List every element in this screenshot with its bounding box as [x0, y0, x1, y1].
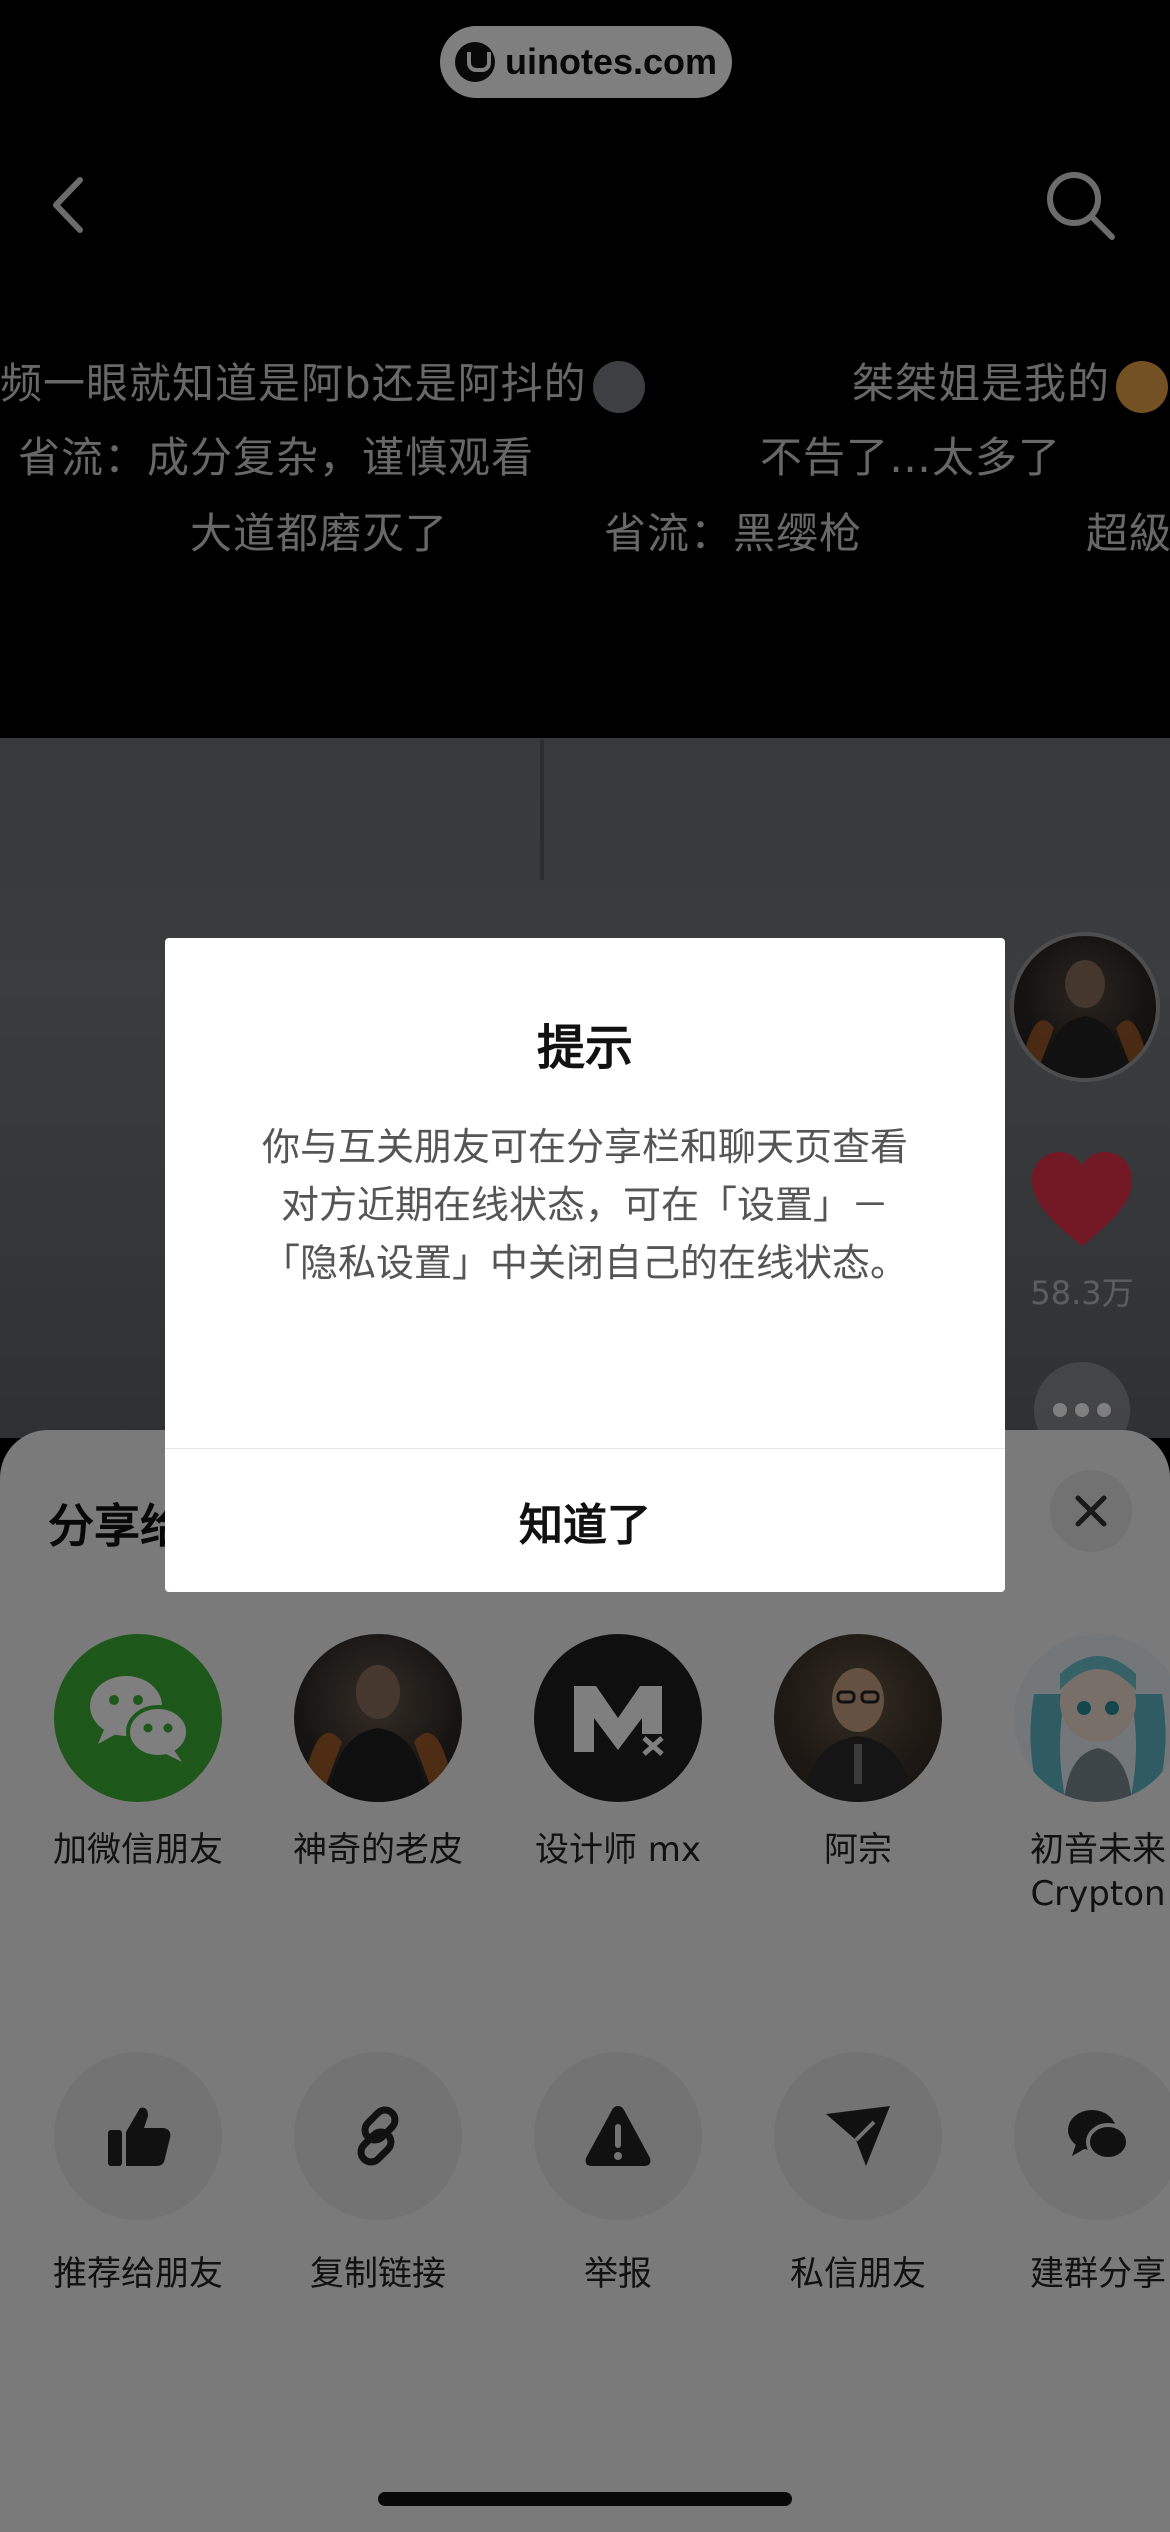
dialog-title: 提示 [536, 1020, 633, 1076]
dialog-message: 你与互关朋友可在分享栏和聊天页查看对方近期在线状态，可在「设置」－「隐私设置」中… [261, 1125, 908, 1285]
dialog-confirm-button[interactable]: 知道了 [165, 1449, 1005, 1592]
tip-dialog: 提示 你与互关朋友可在分享栏和聊天页查看对方近期在线状态，可在「设置」－「隐私设… [165, 938, 1005, 1592]
